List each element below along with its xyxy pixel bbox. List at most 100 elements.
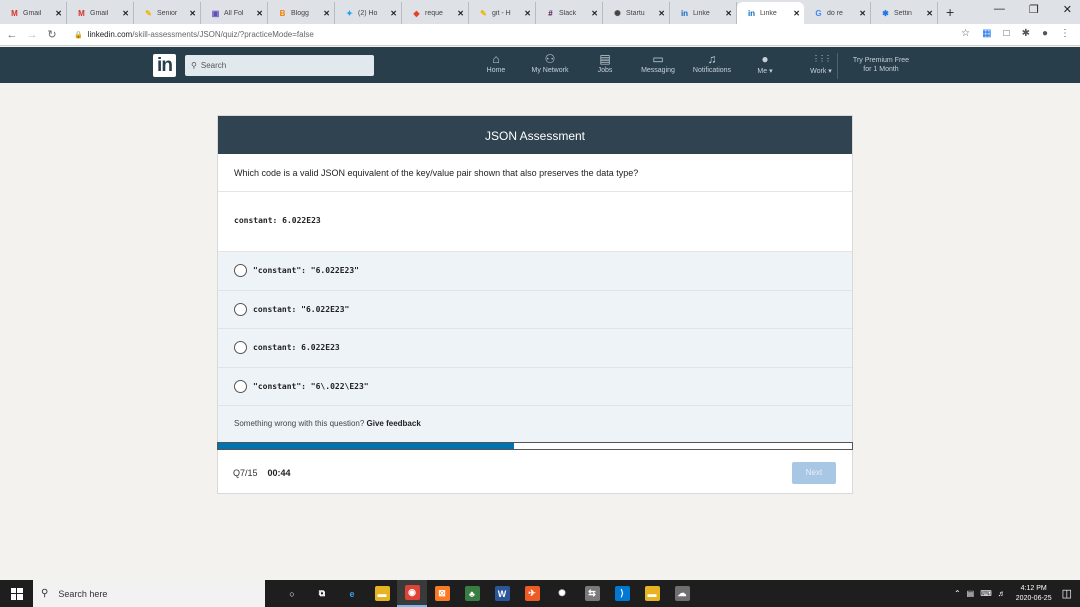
chevron-up-icon[interactable]: ⌃	[954, 589, 961, 598]
nav-item-notifications[interactable]: ♫ Notifications	[683, 51, 741, 74]
minimize-icon[interactable]: —	[994, 3, 1005, 16]
linkedin-logo[interactable]: in	[153, 54, 176, 77]
app-icon[interactable]: ♣	[457, 580, 487, 607]
tab-label: Blogg	[291, 9, 309, 17]
edge-icon[interactable]: e	[337, 580, 367, 607]
next-button[interactable]: Next	[792, 462, 836, 484]
system-tray: ⌃ ▤ ⌨ ♬ 4:12 PM 2020-06-25 ◫	[954, 580, 1072, 607]
nav-item-my-network[interactable]: ⚇ My Network	[521, 51, 579, 74]
close-tab-icon[interactable]: ✕	[256, 9, 263, 18]
nav-item-label: Notifications	[692, 67, 732, 74]
word-icon[interactable]: W	[487, 580, 517, 607]
star-icon[interactable]: ☆	[961, 28, 970, 39]
nav-item-label: Home	[486, 67, 506, 74]
close-tab-icon[interactable]: ✕	[591, 9, 598, 18]
answer-option-text: "constant": "6\.022\E23"	[253, 381, 369, 391]
search-input[interactable]: ⚲ Search	[185, 55, 374, 76]
browser-tab[interactable]: ✎ git - H ✕	[469, 2, 536, 24]
clock[interactable]: 4:12 PM 2020-06-25	[1016, 584, 1052, 604]
close-tab-icon[interactable]: ✕	[658, 9, 665, 18]
folder-icon-glyph: ▬	[644, 586, 660, 601]
chrome-icon[interactable]: ◉	[397, 580, 427, 607]
restore-icon[interactable]: ❐	[1029, 3, 1039, 16]
browser-tab[interactable]: M Gmail ✕	[0, 2, 67, 24]
teamviewer-icon[interactable]: ⇆	[577, 580, 607, 607]
puzzle-icon[interactable]: ✱	[1022, 28, 1030, 39]
notification-icon[interactable]: ◫	[1062, 587, 1072, 600]
close-tab-icon[interactable]: ✕	[725, 9, 732, 18]
browser-tab[interactable]: # Slack ✕	[536, 2, 603, 24]
browser-tab[interactable]: ✦ (2) Ho ✕	[335, 2, 402, 24]
settings-app-icon[interactable]: ✺	[547, 580, 577, 607]
menu-dots-icon[interactable]: ⋮	[1060, 28, 1070, 39]
url-host: linkedin.com	[87, 30, 133, 39]
browser-tab[interactable]: B Blogg ✕	[268, 2, 335, 24]
forward-icon[interactable]: →	[24, 29, 40, 41]
close-tab-icon[interactable]: ✕	[323, 9, 330, 18]
new-tab-button[interactable]: +	[946, 4, 954, 20]
reload-icon[interactable]: ↻	[44, 28, 60, 41]
nav-item-home[interactable]: ⌂ Home	[478, 51, 514, 74]
close-tab-icon[interactable]: ✕	[457, 9, 464, 18]
close-tab-icon[interactable]: ✕	[390, 9, 397, 18]
radio-button[interactable]	[234, 341, 247, 355]
browser-tab[interactable]: in Linke ✕	[737, 2, 804, 24]
close-tab-icon[interactable]: ✕	[189, 9, 196, 18]
answer-option[interactable]: constant: 6.022E23	[218, 329, 852, 368]
close-tab-icon[interactable]: ✕	[859, 9, 866, 18]
browser-tab[interactable]: ▣ All Fol ✕	[201, 2, 268, 24]
vscode-icon[interactable]: ⟩	[607, 580, 637, 607]
browser-tab[interactable]: ✎ Senior ✕	[134, 2, 201, 24]
cortana-icon[interactable]: ○	[277, 580, 307, 607]
volume-icon[interactable]: ♬	[998, 589, 1006, 598]
nav-item-me[interactable]: ● Me ▾	[748, 51, 782, 75]
nav-item-label: Work ▾	[810, 68, 832, 75]
network-tray-icon[interactable]: ▤	[967, 589, 975, 598]
browser-tab[interactable]: ✺ Startu ✕	[603, 2, 670, 24]
tab-label: do re	[827, 9, 843, 17]
close-tab-icon[interactable]: ✕	[926, 9, 933, 18]
translate-icon[interactable]: ▦	[982, 28, 991, 39]
browser-tab[interactable]: in Linke ✕	[670, 2, 737, 24]
search-icon: ⚲	[191, 61, 197, 70]
answer-option[interactable]: constant: "6.022E23"	[218, 290, 852, 329]
close-tab-icon[interactable]: ✕	[55, 9, 62, 18]
quiz-footer: Q7/15 00:44 Next	[218, 450, 852, 496]
xampp-icon[interactable]: ⊠	[427, 580, 457, 607]
close-window-icon[interactable]: ✕	[1063, 3, 1072, 16]
chat-icon[interactable]: ☁	[667, 580, 697, 607]
tab-label: All Fol	[224, 9, 244, 17]
url-field[interactable]: 🔒 linkedin.com/skill-assessments/JSON/qu…	[74, 30, 314, 39]
browser-tab[interactable]: ◆ reque ✕	[402, 2, 469, 24]
radio-button[interactable]	[234, 264, 247, 278]
taskbar-search-input[interactable]: ⚲ Search here	[33, 580, 265, 607]
file-explorer-icon[interactable]: ▬	[367, 580, 397, 607]
profile-icon[interactable]: ●	[1042, 28, 1048, 39]
radio-button[interactable]	[234, 379, 247, 393]
browser-tab[interactable]: M Gmail ✕	[67, 2, 134, 24]
answer-option[interactable]: "constant": "6.022E23"	[218, 252, 852, 291]
nav-item-jobs[interactable]: ▤ Jobs	[588, 51, 622, 74]
postman-icon[interactable]: ✈	[517, 580, 547, 607]
give-feedback-link[interactable]: Give feedback	[367, 419, 421, 428]
tab-label: Startu	[626, 9, 645, 17]
close-tab-icon[interactable]: ✕	[793, 9, 800, 18]
clock-time: 4:12 PM	[1020, 584, 1047, 592]
browser-tab[interactable]: Gdo re ✕	[804, 2, 871, 24]
keyboard-icon[interactable]: ⌨	[980, 589, 992, 598]
start-button[interactable]	[0, 580, 33, 607]
browser-tab[interactable]: ✱ Settin ✕	[871, 2, 938, 24]
gitlab-icon: ◆	[413, 8, 420, 18]
radio-button[interactable]	[234, 302, 247, 316]
extension-icon[interactable]: □	[1004, 28, 1010, 39]
browser-toolbar-icons: ☆ ▦ □ ✱ ● ⋮	[961, 28, 1070, 39]
close-tab-icon[interactable]: ✕	[524, 9, 531, 18]
folder-icon[interactable]: ▬	[637, 580, 667, 607]
clock-date: 2020-06-25	[1015, 594, 1052, 602]
answer-option[interactable]: "constant": "6\.022\E23"	[218, 367, 852, 406]
nav-item-messaging[interactable]: ▭ Messaging	[631, 51, 685, 74]
task-view-icon[interactable]: ⧉	[307, 580, 337, 607]
close-tab-icon[interactable]: ✕	[122, 9, 129, 18]
try-premium-link[interactable]: Try Premium Free for 1 Month	[842, 56, 920, 74]
back-icon[interactable]: ←	[4, 29, 20, 41]
